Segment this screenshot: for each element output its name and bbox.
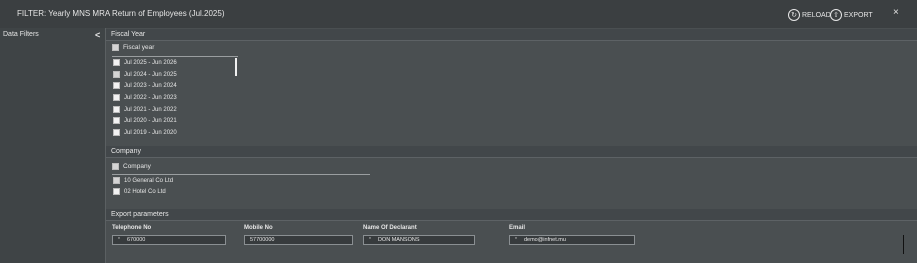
company-group-label: Company [123,163,151,170]
fiscal-year-option[interactable]: Jul 2020 - Jun 2021 [113,117,177,124]
fiscal-year-option-checkbox[interactable] [113,106,120,113]
company-option-label: 10 General Co Ltd [124,177,174,184]
email-value: demo@infnet.mu [523,237,566,243]
sidebar-title: Data Filters [3,31,39,38]
fiscal-year-section-header: Fiscal Year [106,29,917,41]
collapse-sidebar-icon[interactable]: < [95,30,100,40]
company-option[interactable]: 02 Hotel Co Ltd [113,188,166,195]
required-mark: * [515,237,517,243]
reload-label: RELOAD [802,11,831,19]
data-filters-sidebar: Data Filters < [0,28,106,263]
fiscal-year-scrollbar[interactable] [235,58,237,76]
mobile-value: 57700000 [250,237,275,243]
telephone-value: 670000 [126,237,146,243]
fiscal-year-option-checkbox[interactable] [113,82,120,89]
company-select-all-checkbox[interactable] [112,163,119,170]
reload-button[interactable]: ↻ RELOAD [788,8,831,22]
fiscal-year-option-checkbox[interactable] [113,129,120,136]
fiscal-year-option-label: Jul 2025 - Jun 2026 [124,59,177,66]
fiscal-year-group-label: Fiscal year [123,44,155,51]
fiscal-year-option-label: Jul 2023 - Jun 2024 [124,82,177,89]
close-icon[interactable]: × [893,7,899,18]
fiscal-year-select-all-checkbox[interactable] [112,44,119,51]
fiscal-year-divider [112,56,238,57]
export-icon: ⇧ [830,9,842,21]
fiscal-year-option[interactable]: Jul 2019 - Jun 2020 [113,129,177,136]
resize-edge [903,235,904,254]
fiscal-year-option[interactable]: Jul 2021 - Jun 2022 [113,106,177,113]
fiscal-year-option-checkbox[interactable] [113,117,120,124]
fiscal-year-option-label: Jul 2019 - Jun 2020 [124,129,177,136]
email-label: Email [509,225,526,231]
declarant-label: Name Of Declarant [363,225,417,231]
fiscal-year-option-checkbox[interactable] [113,94,120,101]
export-button[interactable]: ⇧ EXPORT [830,8,873,22]
fiscal-year-option[interactable]: Jul 2023 - Jun 2024 [113,82,177,89]
company-select-all[interactable]: Company [112,163,151,170]
fiscal-year-option-label: Jul 2020 - Jun 2021 [124,117,177,124]
export-parameters-section-header: Export parameters [106,209,917,221]
fiscal-year-option-label: Jul 2021 - Jun 2022 [124,106,177,113]
filter-title-bar: FILTER: Yearly MNS MRA Return of Employe… [0,0,917,28]
company-option-checkbox[interactable] [113,188,120,195]
mobile-input[interactable]: 57700000 [244,235,353,245]
mobile-label: Mobile No [244,225,273,231]
company-option-checkbox[interactable] [113,177,120,184]
company-divider [112,174,370,175]
company-option-label: 02 Hotel Co Ltd [124,188,166,195]
reload-icon: ↻ [788,9,800,21]
company-section-header: Company [106,146,917,158]
company-option[interactable]: 10 General Co Ltd [113,177,173,184]
fiscal-year-option[interactable]: Jul 2025 - Jun 2026 [113,59,177,66]
fiscal-year-option[interactable]: Jul 2024 - Jun 2025 [113,71,177,78]
fiscal-year-option-label: Jul 2022 - Jun 2023 [124,94,177,101]
filter-title: FILTER: Yearly MNS MRA Return of Employe… [17,9,225,18]
telephone-label: Telephone No [112,225,152,231]
declarant-value: DON MANSONS [377,237,420,243]
fiscal-year-option-checkbox[interactable] [113,71,120,78]
required-mark: * [369,237,371,243]
telephone-input[interactable]: * 670000 [112,235,226,245]
declarant-input[interactable]: * DON MANSONS [363,235,475,245]
required-mark: * [118,237,120,243]
fiscal-year-option-label: Jul 2024 - Jun 2025 [124,71,177,78]
email-input[interactable]: * demo@infnet.mu [509,235,635,245]
export-label: EXPORT [844,11,873,19]
fiscal-year-option[interactable]: Jul 2022 - Jun 2023 [113,94,177,101]
fiscal-year-select-all[interactable]: Fiscal year [112,44,154,51]
fiscal-year-option-checkbox[interactable] [113,59,120,66]
